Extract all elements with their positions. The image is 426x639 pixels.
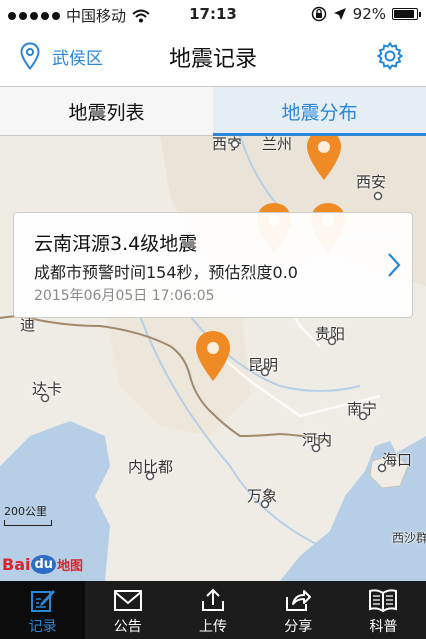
upload-icon: [202, 588, 224, 611]
tabbar-label: 分享: [284, 619, 313, 635]
city-label: 海口: [382, 451, 413, 469]
segmented-tabs: 地震列表 地震分布: [0, 86, 426, 136]
rotation-lock-icon: [311, 6, 326, 22]
city-label: 昆明: [248, 356, 279, 374]
logo-text-bai: Bai: [2, 554, 31, 574]
earthquake-info-card[interactable]: 云南洱源3.4级地震 成都市预警时间154秒，预估烈度0.0 2015年06月0…: [13, 212, 413, 318]
settings-button[interactable]: [376, 41, 404, 74]
earthquake-marker[interactable]: [304, 136, 344, 184]
scale-bar: [4, 520, 52, 526]
page-title: 地震记录: [168, 47, 257, 72]
battery-icon: [392, 8, 421, 20]
baidu-map-logo: Bai du 地图: [2, 550, 83, 578]
tab-label: 地震分布: [281, 101, 358, 124]
nav-bar: 武侯区 地震记录: [0, 28, 426, 86]
tabbar-upload[interactable]: 上传: [170, 581, 255, 639]
tabbar-science[interactable]: 科普: [341, 581, 426, 639]
bottom-tab-bar: 记录 公告 上传 分享 科普: [0, 581, 426, 639]
city-label: 南宁: [347, 400, 378, 418]
tab-label: 地震列表: [68, 101, 145, 124]
city-label: 万象: [247, 487, 278, 505]
location-arrow-icon: [333, 8, 346, 20]
mail-icon: [113, 590, 142, 611]
gear-icon: [376, 41, 404, 71]
edit-icon: [30, 590, 55, 612]
share-icon: [286, 590, 312, 611]
city-label: 达卡: [32, 380, 63, 398]
earthquake-title: 云南洱源3.4级地震: [34, 233, 198, 255]
city-label: 西安: [356, 173, 387, 191]
tabbar-share[interactable]: 分享: [256, 581, 341, 639]
city-label: 贵阳: [315, 325, 346, 343]
scale-label: 200公里: [4, 505, 47, 518]
status-right: 92%: [311, 5, 421, 23]
earthquake-detail: 成都市预警时间154秒，预估烈度0.0: [34, 263, 298, 282]
tabbar-label: 公告: [113, 619, 142, 635]
map-view[interactable]: 西宁 兰州 西安 贵阳 昆明 南宁 河内 海口 内比都 万象 达卡 西沙群 迪: [0, 136, 426, 581]
tab-earthquake-distribution[interactable]: 地震分布: [213, 87, 426, 136]
city-label: 河内: [302, 431, 333, 449]
earthquake-marker[interactable]: [193, 329, 233, 385]
status-bar: 中国移动 17:13 92%: [0, 0, 426, 28]
logo-text-map: 地图: [57, 558, 84, 574]
book-icon: [369, 589, 398, 613]
tabbar-label: 科普: [369, 619, 398, 635]
city-label: 西沙群: [392, 531, 426, 545]
tabbar-label: 记录: [28, 619, 57, 635]
map-scale: 200公里: [4, 503, 52, 526]
tabbar-label: 上传: [199, 619, 227, 635]
logo-paw-du: du: [31, 554, 57, 574]
battery-percent: 92%: [352, 5, 386, 23]
tabbar-notice[interactable]: 公告: [85, 581, 170, 639]
chevron-right-icon: [388, 253, 401, 277]
earthquake-time: 2015年06月05日 17:06:05: [34, 288, 215, 304]
tab-earthquake-list[interactable]: 地震列表: [0, 87, 213, 135]
tabbar-record[interactable]: 记录: [0, 581, 86, 639]
city-label: 西宁: [212, 136, 243, 153]
city-label: 兰州: [262, 136, 293, 153]
city-label: 内比都: [128, 458, 174, 476]
